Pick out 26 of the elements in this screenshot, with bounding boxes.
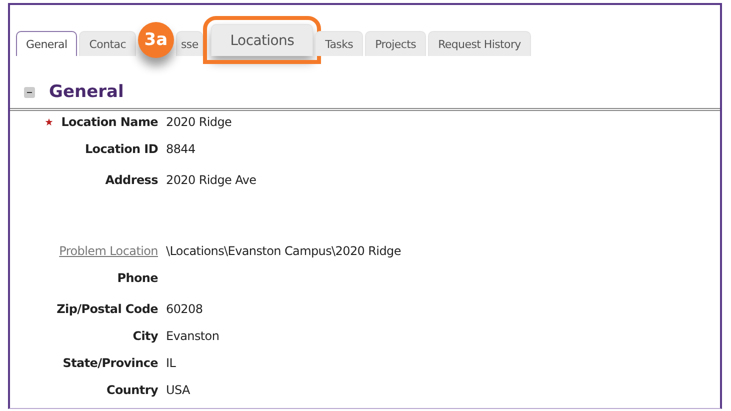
field-value: IL <box>166 356 176 370</box>
field-label: Address <box>105 173 158 187</box>
tab[interactable]: sse <box>176 31 204 56</box>
field-value: 2020 Ridge Ave <box>166 173 256 187</box>
field-label: Country <box>106 383 158 397</box>
field-value: Evanston <box>166 329 220 343</box>
tab[interactable]: Contac <box>79 31 136 56</box>
field-label: Zip/Postal Code <box>56 302 158 316</box>
section-title: General <box>49 82 124 102</box>
collapse-icon[interactable] <box>24 86 35 98</box>
field-value: 8844 <box>166 142 196 156</box>
field-value: USA <box>166 383 190 397</box>
field-value: \Locations\Evanston Campus\2020 Ridge <box>166 244 401 258</box>
tab[interactable]: Request History <box>428 31 531 56</box>
tab[interactable]: General <box>16 31 78 56</box>
field-value: 2020 Ridge <box>166 115 232 129</box>
tab[interactable]: Tasks <box>315 31 364 56</box>
field-label: State/Province <box>62 356 158 370</box>
field-value: 60208 <box>166 302 203 316</box>
field-label: Location ID <box>84 142 158 156</box>
field-link[interactable]: Problem Location <box>59 244 158 258</box>
field-label: Location Name <box>61 115 158 129</box>
field-label: Phone <box>117 271 158 285</box>
field-label: City <box>132 329 158 343</box>
tab[interactable]: Projects <box>365 31 426 56</box>
step-badge: 3a <box>138 22 174 58</box>
